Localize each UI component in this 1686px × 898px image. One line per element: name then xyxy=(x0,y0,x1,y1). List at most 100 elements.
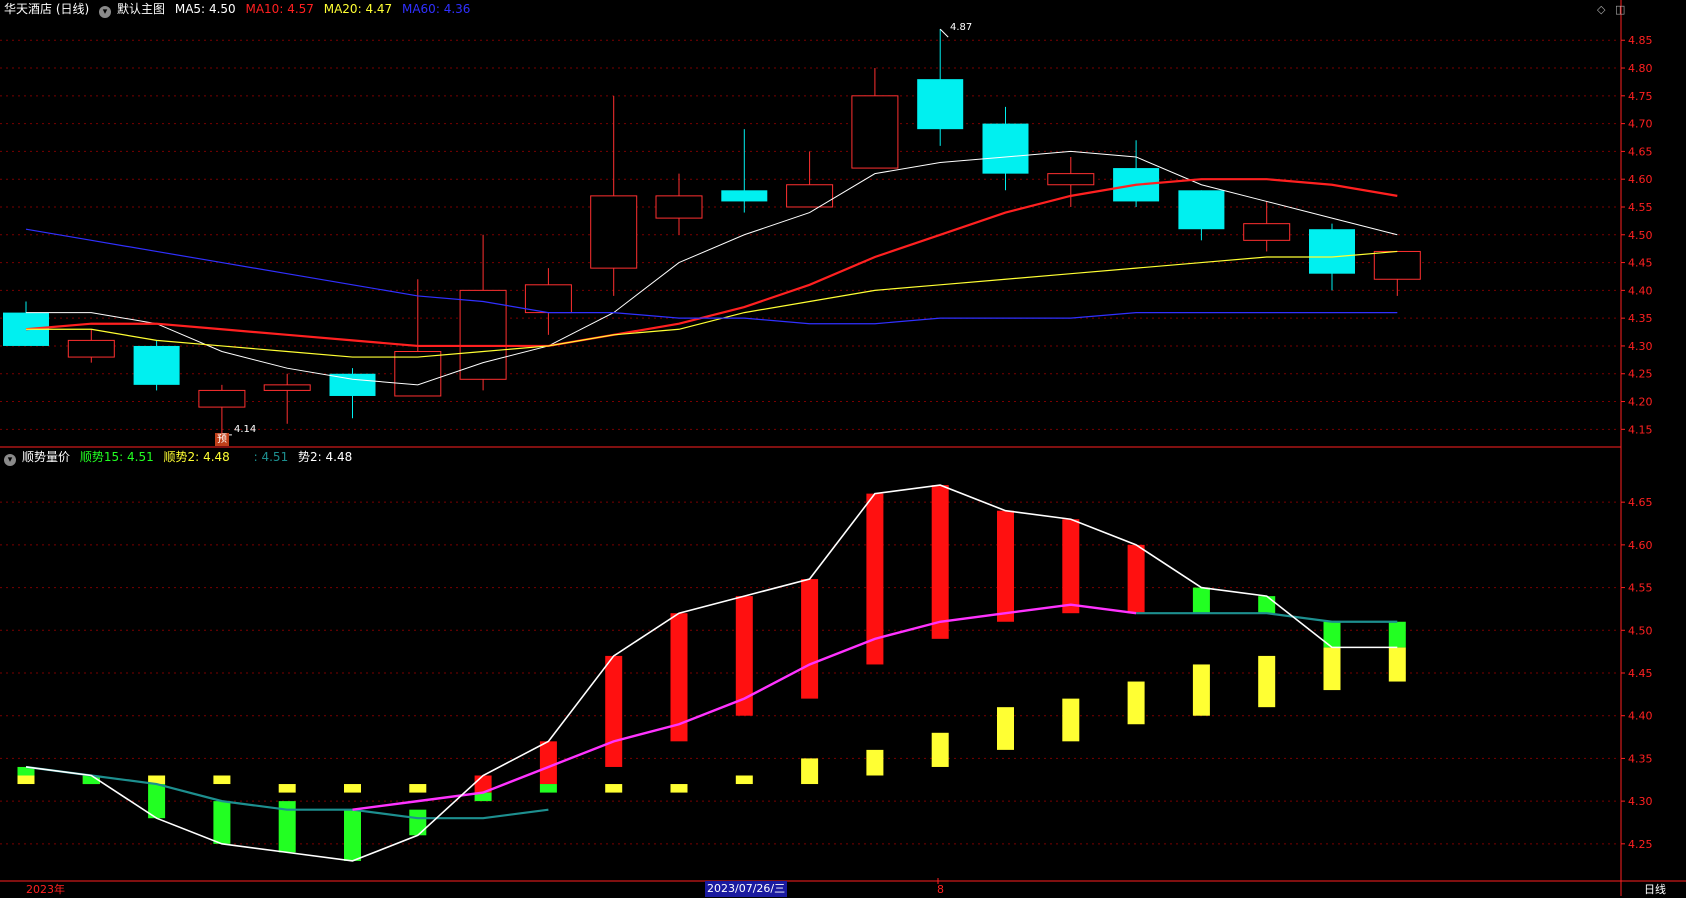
main-y-tick-label: 4.65 xyxy=(1628,145,1653,158)
sub-y-tick-label: 4.45 xyxy=(1628,667,1653,680)
ma5-value: 4.50 xyxy=(208,2,236,16)
forecast-badge[interactable]: 预 xyxy=(215,433,229,446)
template-name[interactable]: 默认主图 xyxy=(117,2,165,16)
sub-y-tick-label: 4.65 xyxy=(1628,496,1653,509)
ma20-value: 4.47 xyxy=(365,2,393,16)
low-price-label: 4.14 xyxy=(234,424,257,435)
candle-body xyxy=(394,351,442,397)
s1-label: 顺势15: xyxy=(79,450,124,464)
yellow-bar xyxy=(605,784,623,793)
candle-body xyxy=(198,389,246,408)
green-bar xyxy=(1192,587,1210,614)
chevron-down-icon[interactable]: ▾ xyxy=(99,6,112,18)
yellow-bar xyxy=(801,758,819,785)
yellow-bar xyxy=(866,749,884,776)
yellow-bar xyxy=(1127,681,1145,725)
s1-value: 4.51 xyxy=(127,450,154,464)
sub-y-tick-label: 4.40 xyxy=(1628,710,1653,723)
s3-value: 4.51 xyxy=(261,450,289,464)
yellow-bar xyxy=(1258,655,1276,708)
red-bar xyxy=(605,655,623,767)
yellow-bar xyxy=(1062,698,1080,742)
s3-legend: : 4.51 xyxy=(254,450,289,464)
main-y-tick-label: 4.85 xyxy=(1628,34,1653,47)
candle-body xyxy=(524,284,572,314)
red-bar xyxy=(1127,544,1145,614)
main-y-tick-label: 4.70 xyxy=(1628,118,1653,131)
ma60-value: 4.36 xyxy=(443,2,471,16)
ma5-line xyxy=(26,150,1398,386)
main-y-tick-label: 4.80 xyxy=(1628,62,1653,75)
candle-body xyxy=(721,190,768,202)
sub-y-tick-label: 4.30 xyxy=(1628,795,1653,808)
white-line xyxy=(25,484,1398,862)
candle-body xyxy=(67,339,115,358)
candle-body xyxy=(133,345,180,385)
ma60-label: MA60: xyxy=(401,2,440,16)
ma20-label: MA20: xyxy=(323,2,362,16)
main-y-tick-label: 4.40 xyxy=(1628,284,1653,297)
yellow-bar xyxy=(670,784,688,793)
s2-legend: 顺势2: 4.48 xyxy=(164,450,230,464)
candle-body xyxy=(1243,223,1291,241)
ma5-label: MA5: xyxy=(174,2,206,16)
candle-body xyxy=(329,373,376,396)
sub-chart-header: ▾ 顺势量价 顺势15: 4.51 顺势2: 4.48 : 4.51 势2: 4.… xyxy=(4,449,358,466)
yellow-bar xyxy=(213,775,231,785)
sub-y-tick-label: 4.60 xyxy=(1628,539,1653,552)
high-price-label: 4.87 xyxy=(950,22,973,33)
ma10-label: MA10: xyxy=(245,2,284,16)
main-y-tick-label: 4.50 xyxy=(1628,229,1653,242)
main-y-tick-label: 4.20 xyxy=(1628,396,1653,409)
panel-toggle-icon[interactable]: ◫ xyxy=(1615,3,1625,16)
green-bar xyxy=(1388,621,1406,648)
main-y-tick-label: 4.75 xyxy=(1628,90,1653,103)
ma60-line xyxy=(25,228,1398,325)
s2-label: 顺势2: xyxy=(163,450,200,464)
ma10-value: 4.57 xyxy=(287,2,314,16)
candle-body xyxy=(982,123,1029,174)
main-y-tick-label: 4.55 xyxy=(1628,201,1653,214)
red-bar xyxy=(539,741,557,785)
sub-chart-title[interactable]: 顺势量价 xyxy=(22,450,70,464)
yellow-bar xyxy=(1192,664,1210,716)
yellow-bar xyxy=(931,732,949,767)
red-bar xyxy=(1062,519,1080,614)
green-bar xyxy=(409,809,427,836)
high-marker-arrow xyxy=(939,28,949,38)
candle-body xyxy=(1309,229,1355,274)
chevron-down-icon[interactable]: ▾ xyxy=(4,454,16,466)
candle-body xyxy=(786,184,834,208)
sub-y-tick-label: 4.50 xyxy=(1628,624,1653,637)
yellow-bar xyxy=(735,775,753,785)
candle-body xyxy=(590,195,638,269)
yellow-bar xyxy=(1323,647,1341,691)
stock-chart[interactable]: 4.15 4.20 4.25 4.30 4.35 4.40 4.45 4.50 4.55 4.60… xyxy=(0,0,1686,896)
ma20-legend: MA20: 4.47 xyxy=(324,2,392,16)
main-chart-title: 华天酒店 (日线) xyxy=(4,2,90,16)
red-bar xyxy=(801,579,819,699)
ma5-legend: MA5: 4.50 xyxy=(175,2,236,16)
yellow-bar xyxy=(997,707,1014,750)
candle-body xyxy=(655,195,703,219)
green-bar xyxy=(344,809,361,861)
sub-y-tick-label: 4.35 xyxy=(1628,752,1653,765)
s2-value: 4.48 xyxy=(203,450,230,464)
main-y-tick-label: 4.45 xyxy=(1628,257,1653,270)
yellow-bar xyxy=(17,775,35,785)
red-bar xyxy=(997,510,1014,622)
main-y-tick-label: 4.30 xyxy=(1628,340,1653,353)
sub-y-tick-label: 4.25 xyxy=(1628,838,1653,851)
candle-body xyxy=(917,79,964,130)
s4-legend: 势2: 4.48 xyxy=(298,450,352,464)
candle-body xyxy=(1047,173,1095,186)
yellow-bar xyxy=(344,784,361,793)
main-y-tick-label: 4.15 xyxy=(1628,423,1653,436)
ma60-legend: MA60: 4.36 xyxy=(402,2,470,16)
sub-y-tick-label: 4.55 xyxy=(1628,582,1653,595)
candle-body xyxy=(851,95,899,169)
diamond-icon[interactable]: ◇ xyxy=(1597,3,1605,16)
main-y-tick-label: 4.60 xyxy=(1628,173,1653,186)
ma20-line xyxy=(26,250,1398,358)
candle-body xyxy=(1373,250,1421,280)
